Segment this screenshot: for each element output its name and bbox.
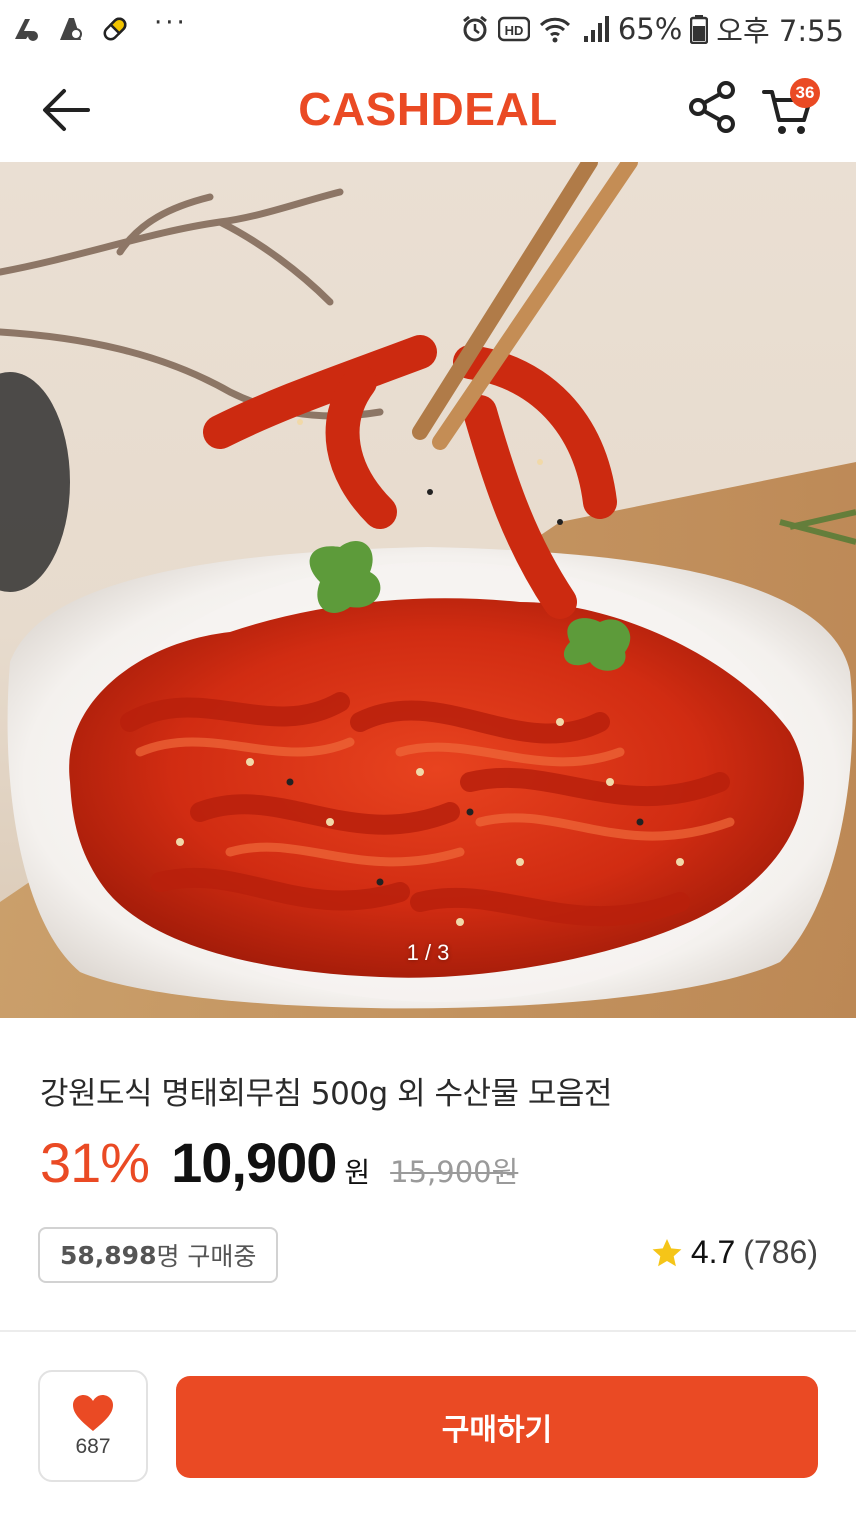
heart-icon — [73, 1395, 113, 1431]
clock: 오후 7:55 — [716, 14, 844, 48]
pill-icon — [103, 17, 127, 41]
status-bar-system: HD 65% 오후 7:55 — [460, 8, 844, 50]
status-bar-notifications: ··· — [12, 10, 188, 44]
product-title: 강원도식 명태회무침 500g 외 수산물 모음전 — [40, 1076, 612, 1112]
alarm-icon — [462, 15, 487, 42]
like-button[interactable]: 687 — [38, 1370, 148, 1482]
discount-rate: 31% — [40, 1131, 150, 1194]
cart-count-badge: 36 — [790, 78, 820, 108]
signal-icon — [583, 16, 609, 42]
section-divider — [0, 1330, 856, 1332]
svg-text:HD: HD — [504, 23, 523, 38]
battery-percent: 65% — [617, 12, 683, 46]
buyers-suffix: 명 구매중 — [156, 1242, 257, 1271]
image-page-indicator: 1 / 3 — [406, 940, 450, 965]
price-row: 31% 10,900 원 15,900원 — [40, 1130, 518, 1195]
share-icon[interactable] — [688, 80, 738, 134]
buy-button[interactable]: 구매하기 — [176, 1376, 818, 1478]
notification-app-icon-1 — [15, 19, 38, 41]
wifi-icon — [539, 17, 570, 43]
like-count: 687 — [75, 1435, 111, 1458]
star-icon — [652, 1238, 682, 1266]
buyers-badge: 58,898 명 구매중 — [38, 1227, 279, 1283]
currency-unit: 원 — [344, 1156, 371, 1189]
sale-price: 10,900 — [171, 1131, 337, 1194]
notification-app-icon-2 — [60, 18, 82, 40]
hd-icon: HD — [497, 16, 530, 42]
rating-score: 4.7 — [690, 1234, 736, 1270]
review-count: (786) — [743, 1234, 818, 1270]
buyers-count: 58,898 — [60, 1240, 157, 1270]
product-rating[interactable]: 4.7 (786) — [651, 1234, 818, 1271]
battery-icon — [690, 15, 709, 44]
app-header: CASHDEAL 36 — [0, 58, 856, 162]
more-notifications: ··· — [154, 8, 188, 38]
cart-button[interactable]: 36 — [760, 78, 822, 138]
status-bar: ··· HD 65% 오후 7:55 — [0, 0, 856, 58]
product-image-carousel[interactable]: 1 / 3 — [0, 162, 856, 1018]
original-price: 15,900원 — [390, 1155, 519, 1189]
product-photo — [0, 162, 856, 1018]
